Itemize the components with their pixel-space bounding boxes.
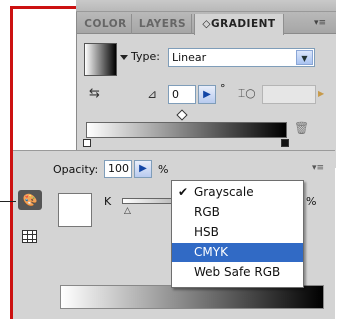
tab-layers[interactable]: LAYERS: [134, 14, 192, 34]
tab-color[interactable]: COLOR: [80, 14, 132, 34]
gradient-stop-black[interactable]: [281, 139, 289, 147]
checkmark-icon: ✔: [178, 185, 189, 199]
aspect-ratio-input: [262, 85, 316, 104]
type-label: Type:: [131, 50, 160, 63]
gradient-slider[interactable]: [86, 122, 287, 138]
angle-icon: ⊿: [147, 87, 158, 101]
angle-input[interactable]: 0: [168, 85, 196, 104]
menu-item-rgb[interactable]: RGB: [172, 203, 303, 222]
opacity-stepper-button[interactable]: ▶: [134, 160, 152, 178]
color-spectrum-bar[interactable]: [60, 285, 324, 309]
aspect-stepper-icon: ▶: [318, 89, 325, 98]
k-slider-thumb[interactable]: △: [124, 206, 131, 216]
trash-icon[interactable]: 🗑: [294, 121, 309, 135]
menu-item-grayscale[interactable]: Grayscale: [172, 183, 303, 202]
reverse-gradient-icon[interactable]: ⇆: [89, 86, 109, 102]
degree-symbol: °: [220, 82, 226, 95]
swatch-grid-icon[interactable]: [22, 230, 37, 243]
color-panel-menu-icon[interactable]: ▾≡: [312, 163, 324, 173]
panel-top-strip: [76, 0, 336, 12]
opacity-unit: %: [158, 163, 169, 176]
callout-leader-line: [0, 201, 16, 202]
gradient-swatch[interactable]: [84, 43, 117, 76]
type-select[interactable]: Linear: [168, 48, 315, 67]
menu-item-web-safe-rgb[interactable]: Web Safe RGB: [172, 263, 303, 282]
tab-gradient[interactable]: ◇GRADIENT: [194, 14, 284, 35]
angle-stepper-button[interactable]: ▶: [198, 85, 216, 104]
aspect-ratio-icon: ⌶○: [238, 86, 256, 100]
opacity-input[interactable]: 100: [104, 160, 132, 178]
fill-color-swatch[interactable]: [58, 193, 92, 227]
opacity-label: Opacity:: [53, 163, 99, 176]
menu-item-hsb[interactable]: HSB: [172, 223, 303, 242]
swatch-dropdown-arrow-icon[interactable]: [120, 55, 128, 60]
palette-icon[interactable]: 🎨: [18, 190, 42, 210]
k-slider[interactable]: [122, 198, 174, 204]
panel-menu-icon[interactable]: ▾≡: [310, 16, 330, 30]
k-channel-label: K: [104, 195, 112, 208]
chevron-down-icon[interactable]: ▼: [296, 50, 313, 65]
k-percent-unit: %: [306, 195, 317, 208]
gradient-stop-white[interactable]: [83, 139, 91, 147]
menu-item-cmyk[interactable]: CMYK: [172, 243, 303, 262]
